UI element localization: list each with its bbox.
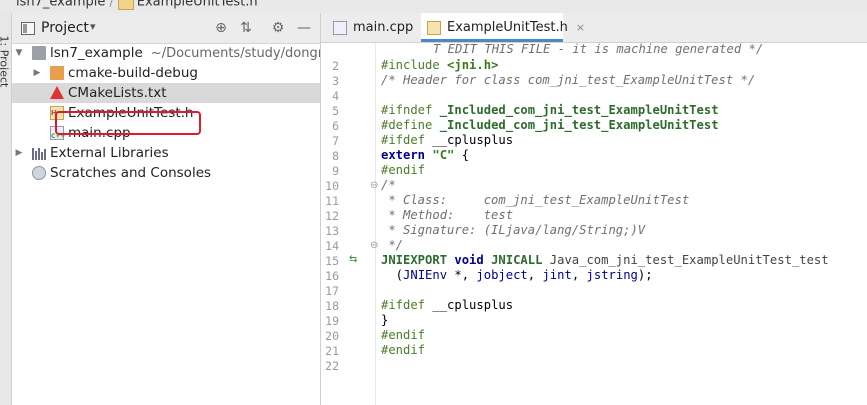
line-number: 7 <box>332 134 339 148</box>
line-number: 9 <box>332 164 339 178</box>
chevron-down-icon[interactable]: ▾ <box>90 20 96 33</box>
tree-item-cmakelists[interactable]: CMakeLists.txt <box>12 83 320 103</box>
line-number: 18 <box>325 299 339 313</box>
line-number: 14 <box>325 239 339 253</box>
line-number: 20 <box>325 329 339 343</box>
line-number: 15 <box>325 254 339 268</box>
code-editor[interactable]: T EDIT THIS FILE - it is machine generat… <box>321 43 867 405</box>
line-number: 12 <box>325 209 339 223</box>
code-line-20: #endif <box>381 328 426 342</box>
project-icon <box>21 22 35 35</box>
project-panel: Project ▾ ⊕ ⇅ ⚙ — ▼ lsn7_example ~/Docume… <box>12 13 464 405</box>
gear-icon[interactable]: ⚙ <box>268 18 288 38</box>
line-number: 17 <box>325 284 339 298</box>
line-number: 13 <box>325 224 339 238</box>
project-panel-header: Project ▾ ⊕ ⇅ ⚙ — <box>12 13 320 44</box>
tree-item-label: cmake-build-debug <box>68 65 198 81</box>
tree-item-external-libraries[interactable]: ▶ External Libraries <box>12 143 320 163</box>
collapse-all-icon[interactable]: ⇅ <box>236 18 256 38</box>
project-tool-button[interactable]: 1: Project <box>0 36 11 88</box>
project-view-title[interactable]: Project <box>41 20 89 36</box>
chevron-down-icon[interactable]: ▼ <box>14 43 24 63</box>
header-file-icon <box>427 20 441 35</box>
code-line-3: /* Header for class com_jni_test_Example… <box>381 73 756 87</box>
code-line-19: } <box>381 313 389 327</box>
fold-icon[interactable]: ⊖ <box>370 240 378 251</box>
breadcrumb-project[interactable]: lsn7_example <box>16 0 105 10</box>
tree-item-cmake-build-debug[interactable]: ▶ cmake-build-debug <box>12 63 320 83</box>
tree-item-label: Scratches and Consoles <box>50 165 212 181</box>
line-number: 8 <box>332 149 339 163</box>
highlight-box <box>55 111 201 135</box>
tree-item-label: lsn7_example <box>50 45 143 61</box>
line-number: 2 <box>332 59 339 73</box>
line-number: 5 <box>332 104 339 118</box>
tree-item-label: CMakeLists.txt <box>68 85 167 101</box>
folder-icon <box>32 46 46 60</box>
code-line-7: #ifdef __cplusplus <box>381 133 514 147</box>
line-number: 3 <box>332 74 339 88</box>
folder-icon <box>50 66 64 80</box>
locate-icon[interactable]: ⊕ <box>211 18 231 38</box>
tree-item-label: External Libraries <box>50 145 169 161</box>
gutter-separator <box>375 43 376 405</box>
code-line-14: */ <box>381 238 404 252</box>
code-line-11: * Class: com_jni_test_ExampleUnitTest <box>381 193 690 207</box>
code-line-2: #include <jni.h> <box>381 58 499 72</box>
line-number: 21 <box>325 344 339 358</box>
code-line-6: #define _Included_com_jni_test_ExampleUn… <box>381 118 719 132</box>
code-line-21: #endif <box>381 343 426 357</box>
tab-label: main.cpp <box>353 20 414 35</box>
tab-main-cpp[interactable]: main.cpp <box>329 13 427 42</box>
libraries-icon <box>32 146 46 160</box>
code-line-10: /* <box>381 178 396 192</box>
tab-label: ExampleUnitTest.h <box>447 20 568 35</box>
code-line-5: #ifndef _Included_com_jni_test_ExampleUn… <box>381 103 719 117</box>
editor-tabs: main.cpp ExampleUnitTest.h × <box>321 13 867 43</box>
breadcrumb-file[interactable]: ExampleUnitTest.h <box>137 0 258 10</box>
fold-icon[interactable]: ⊖ <box>370 180 378 191</box>
line-number: 19 <box>325 314 339 328</box>
code-line-1: T EDIT THIS FILE - it is machine generat… <box>433 43 764 56</box>
cpp-file-icon <box>333 20 347 35</box>
tab-exampleunittest-h[interactable]: ExampleUnitTest.h × <box>421 13 585 42</box>
breadcrumb: lsn7_example / ExampleUnitTest.h <box>16 0 258 10</box>
line-number: 6 <box>332 119 339 133</box>
tree-item-scratches[interactable]: Scratches and Consoles <box>12 163 320 183</box>
line-number: 22 <box>325 359 339 373</box>
code-line-18: #ifdef __cplusplus <box>381 298 514 312</box>
code-line-13: * Signature: (ILjava/lang/String;)V <box>381 223 646 237</box>
code-line-16: (JNIEnv *, jobject, jint, jstring); <box>381 268 653 282</box>
chevron-right-icon[interactable]: ▶ <box>32 63 42 83</box>
tree-item-root[interactable]: ▼ lsn7_example ~/Documents/study/dongnao/… <box>12 43 464 63</box>
code-line-8: extern "C" { <box>381 148 470 162</box>
code-line-12: * Method: test <box>381 208 514 222</box>
close-icon[interactable]: × <box>576 21 585 34</box>
navigation-bar: lsn7_example / ExampleUnitTest.h <box>0 0 867 14</box>
header-file-icon <box>117 0 134 10</box>
line-number: 16 <box>325 269 339 283</box>
line-number: 10 <box>325 179 339 193</box>
related-symbol-icon[interactable]: ⇆ <box>349 254 357 265</box>
code-line-15: JNIEXPORT void JNICALL Java_com_jni_test… <box>381 253 829 267</box>
scratches-icon <box>32 166 46 180</box>
hide-icon[interactable]: — <box>294 18 314 38</box>
tool-window-stripe: 1: Project <box>0 13 12 405</box>
cmake-icon <box>50 86 64 99</box>
code-line-9: #endif <box>381 163 426 177</box>
line-number: 11 <box>325 194 339 208</box>
chevron-right-icon[interactable]: ▶ <box>14 143 24 163</box>
line-number: 4 <box>332 89 339 103</box>
